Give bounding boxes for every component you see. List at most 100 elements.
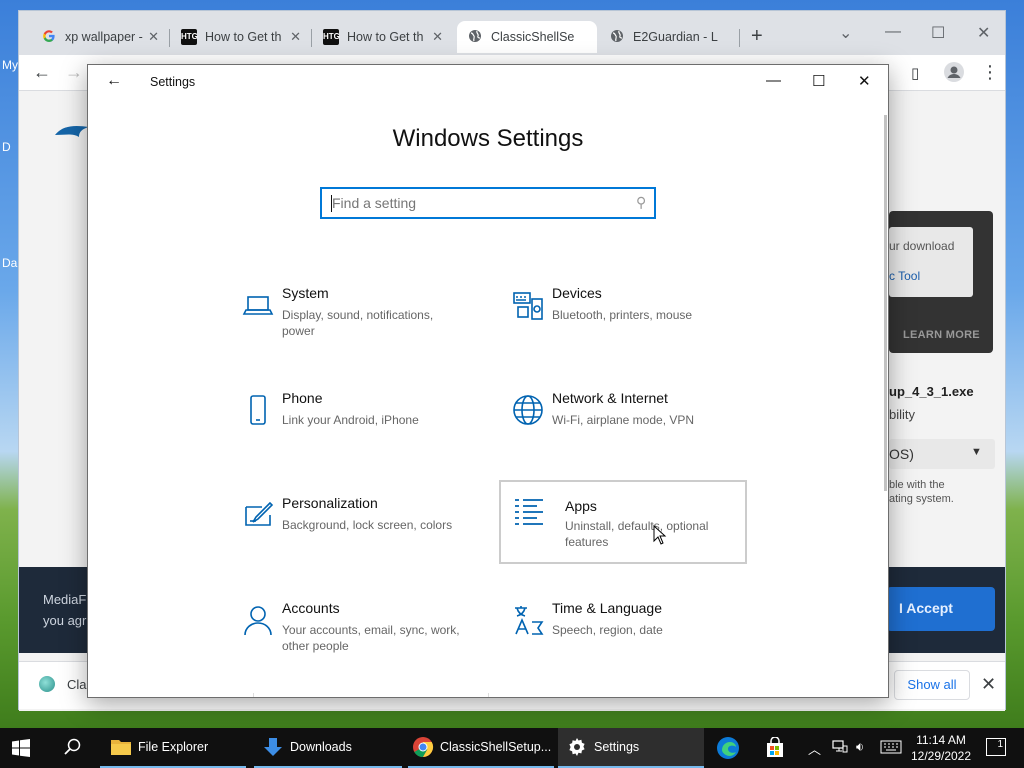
os-select[interactable]: OS) ▼ — [889, 439, 995, 469]
taskbar-app-settings[interactable]: Settings — [558, 728, 704, 768]
minimize-icon[interactable]: — — [766, 72, 781, 89]
tile-title: Devices — [552, 285, 602, 301]
download-subtitle: bility — [889, 407, 916, 422]
settings-window: ← Settings — ☐ ✕ Windows Settings Find a… — [87, 64, 889, 698]
more-menu-icon[interactable]: ⋮ — [981, 62, 999, 83]
consent-line: MediaF — [43, 592, 87, 607]
browser-tab[interactable]: HTG How to Get th ✕ — [173, 21, 309, 53]
maximize-icon[interactable]: ☐ — [812, 72, 825, 90]
ad-card[interactable]: ur download c Tool — [889, 227, 973, 297]
maximize-icon[interactable]: ☐ — [931, 23, 945, 43]
ad-link[interactable]: c Tool — [889, 269, 973, 283]
htg-icon: HTG — [323, 29, 340, 45]
settings-tile-apps[interactable]: Apps Uninstall, defaults, optional featu… — [499, 480, 747, 564]
ad-text: ur download — [889, 239, 955, 253]
tile-title: Time & Language — [552, 600, 662, 616]
taskbar-app-label: ClassicShellSetup... — [440, 740, 552, 754]
clock-time: 11:14 AM — [916, 733, 966, 747]
back-arrow-icon[interactable]: ← — [33, 62, 51, 83]
divider — [253, 693, 254, 697]
settings-tile-phone[interactable]: Phone Link your Android, iPhone — [230, 378, 478, 462]
settings-tile-accounts[interactable]: Accounts Your accounts, email, sync, wor… — [230, 588, 478, 672]
tile-description: Background, lock screen, colors — [282, 518, 453, 532]
learn-more-button[interactable]: LEARN MORE — [903, 329, 980, 341]
browser-tab-active[interactable]: ClassicShellSe — [457, 21, 597, 53]
chrome-icon — [413, 737, 434, 758]
clock-date: 12/29/2022 — [910, 749, 972, 763]
tab-search-chevron-icon[interactable]: ⌄ — [839, 23, 852, 43]
system-clock[interactable]: 11:14 AM 12/29/2022 — [908, 732, 974, 764]
browser-tab[interactable]: xp wallpaper - ✕ — [31, 21, 167, 53]
settings-tile-network[interactable]: Network & Internet Wi-Fi, airplane mode,… — [500, 378, 748, 462]
google-icon — [41, 29, 57, 45]
globe-icon — [512, 394, 544, 426]
tile-description: Link your Android, iPhone — [282, 413, 419, 427]
search-input[interactable]: Find a setting ⚲ — [320, 187, 656, 219]
download-arrow-icon — [264, 738, 282, 756]
search-icon: ⚲ — [635, 194, 646, 210]
volume-icon[interactable]: 🔉︎ — [856, 739, 864, 755]
search-placeholder: Find a setting — [332, 195, 417, 211]
chevron-up-icon[interactable]: ︿ — [808, 739, 821, 758]
accept-button[interactable]: I Accept — [887, 587, 995, 631]
taskbar-app-label: Downloads — [290, 740, 352, 754]
phone-icon — [242, 394, 274, 426]
edge-icon[interactable] — [716, 736, 740, 760]
settings-tile-devices[interactable]: Devices Bluetooth, printers, mouse — [500, 273, 748, 357]
notification-center-icon[interactable]: 1 — [986, 738, 1006, 756]
tile-description: Speech, region, date — [552, 623, 663, 637]
tab-title: How to Get th — [347, 30, 424, 44]
close-icon[interactable]: ✕ — [977, 23, 990, 43]
tile-title: Apps — [565, 498, 597, 514]
tile-title: Phone — [282, 390, 323, 406]
tile-description: Wi-Fi, airplane mode, VPN — [552, 413, 695, 427]
back-arrow-icon[interactable]: ← — [106, 72, 122, 90]
tab-divider — [311, 29, 312, 47]
consent-text: MediaF you agr — [43, 589, 86, 631]
taskbar-app-chrome[interactable]: ClassicShellSetup... — [408, 728, 554, 768]
settings-tile-personalization[interactable]: Personalization Background, lock screen,… — [230, 483, 478, 567]
dropdown-caret-icon: ▼ — [971, 446, 982, 458]
close-icon[interactable]: ✕ — [981, 674, 996, 695]
scrollbar[interactable] — [884, 115, 887, 491]
store-icon[interactable] — [764, 737, 786, 759]
page-title: Windows Settings — [392, 125, 584, 152]
close-tab-icon[interactable]: ✕ — [290, 29, 301, 45]
keyboard-icon[interactable] — [880, 740, 902, 757]
close-tab-icon[interactable]: ✕ — [432, 29, 443, 45]
taskbar-app-file-explorer[interactable]: File Explorer — [100, 728, 246, 768]
settings-tile-time-language[interactable]: Time & Language Speech, region, date — [500, 588, 748, 672]
browser-tab[interactable]: HTG How to Get th ✕ — [315, 21, 451, 53]
minimize-icon[interactable]: — — [885, 23, 901, 41]
tile-title: Personalization — [282, 495, 378, 511]
apps-list-icon — [513, 496, 545, 528]
network-icon[interactable] — [832, 739, 848, 758]
taskbar-app-label: File Explorer — [138, 740, 209, 754]
browser-tab[interactable]: E2Guardian - L — [599, 21, 739, 53]
profile-avatar-icon[interactable] — [943, 61, 965, 88]
new-tab-plus-icon[interactable]: + — [751, 25, 763, 48]
os-select-value: OS) — [889, 446, 914, 462]
show-all-button[interactable]: Show all — [894, 670, 970, 700]
settings-tile-system[interactable]: System Display, sound, notifications, po… — [230, 273, 478, 357]
side-panel-icon[interactable]: ▯ — [911, 64, 919, 82]
close-tab-icon[interactable]: ✕ — [148, 29, 159, 45]
note-line: ble with the — [889, 479, 945, 491]
window-title: Settings — [150, 75, 196, 89]
windows-start-icon[interactable] — [12, 739, 30, 757]
tile-title: System — [282, 285, 329, 301]
tab-divider — [739, 29, 740, 47]
forward-arrow-icon[interactable]: → — [65, 62, 83, 83]
taskbar-app-downloads[interactable]: Downloads — [254, 728, 402, 768]
close-icon[interactable]: ✕ — [858, 72, 871, 90]
tab-divider — [169, 29, 170, 47]
tab-title: ClassicShellSe — [491, 30, 575, 44]
gear-icon — [569, 738, 585, 756]
desktop-label: D — [2, 140, 11, 154]
tab-strip: xp wallpaper - ✕ HTG How to Get th ✕ HTG… — [19, 11, 1005, 55]
search-icon[interactable] — [64, 738, 82, 756]
tile-description: Your accounts, email, sync, work, other … — [282, 623, 460, 653]
desktop-label: Da — [2, 256, 18, 270]
desktop-label: My — [2, 58, 18, 72]
taskbar: File Explorer Downloads ClassicShellSetu… — [0, 728, 1024, 768]
